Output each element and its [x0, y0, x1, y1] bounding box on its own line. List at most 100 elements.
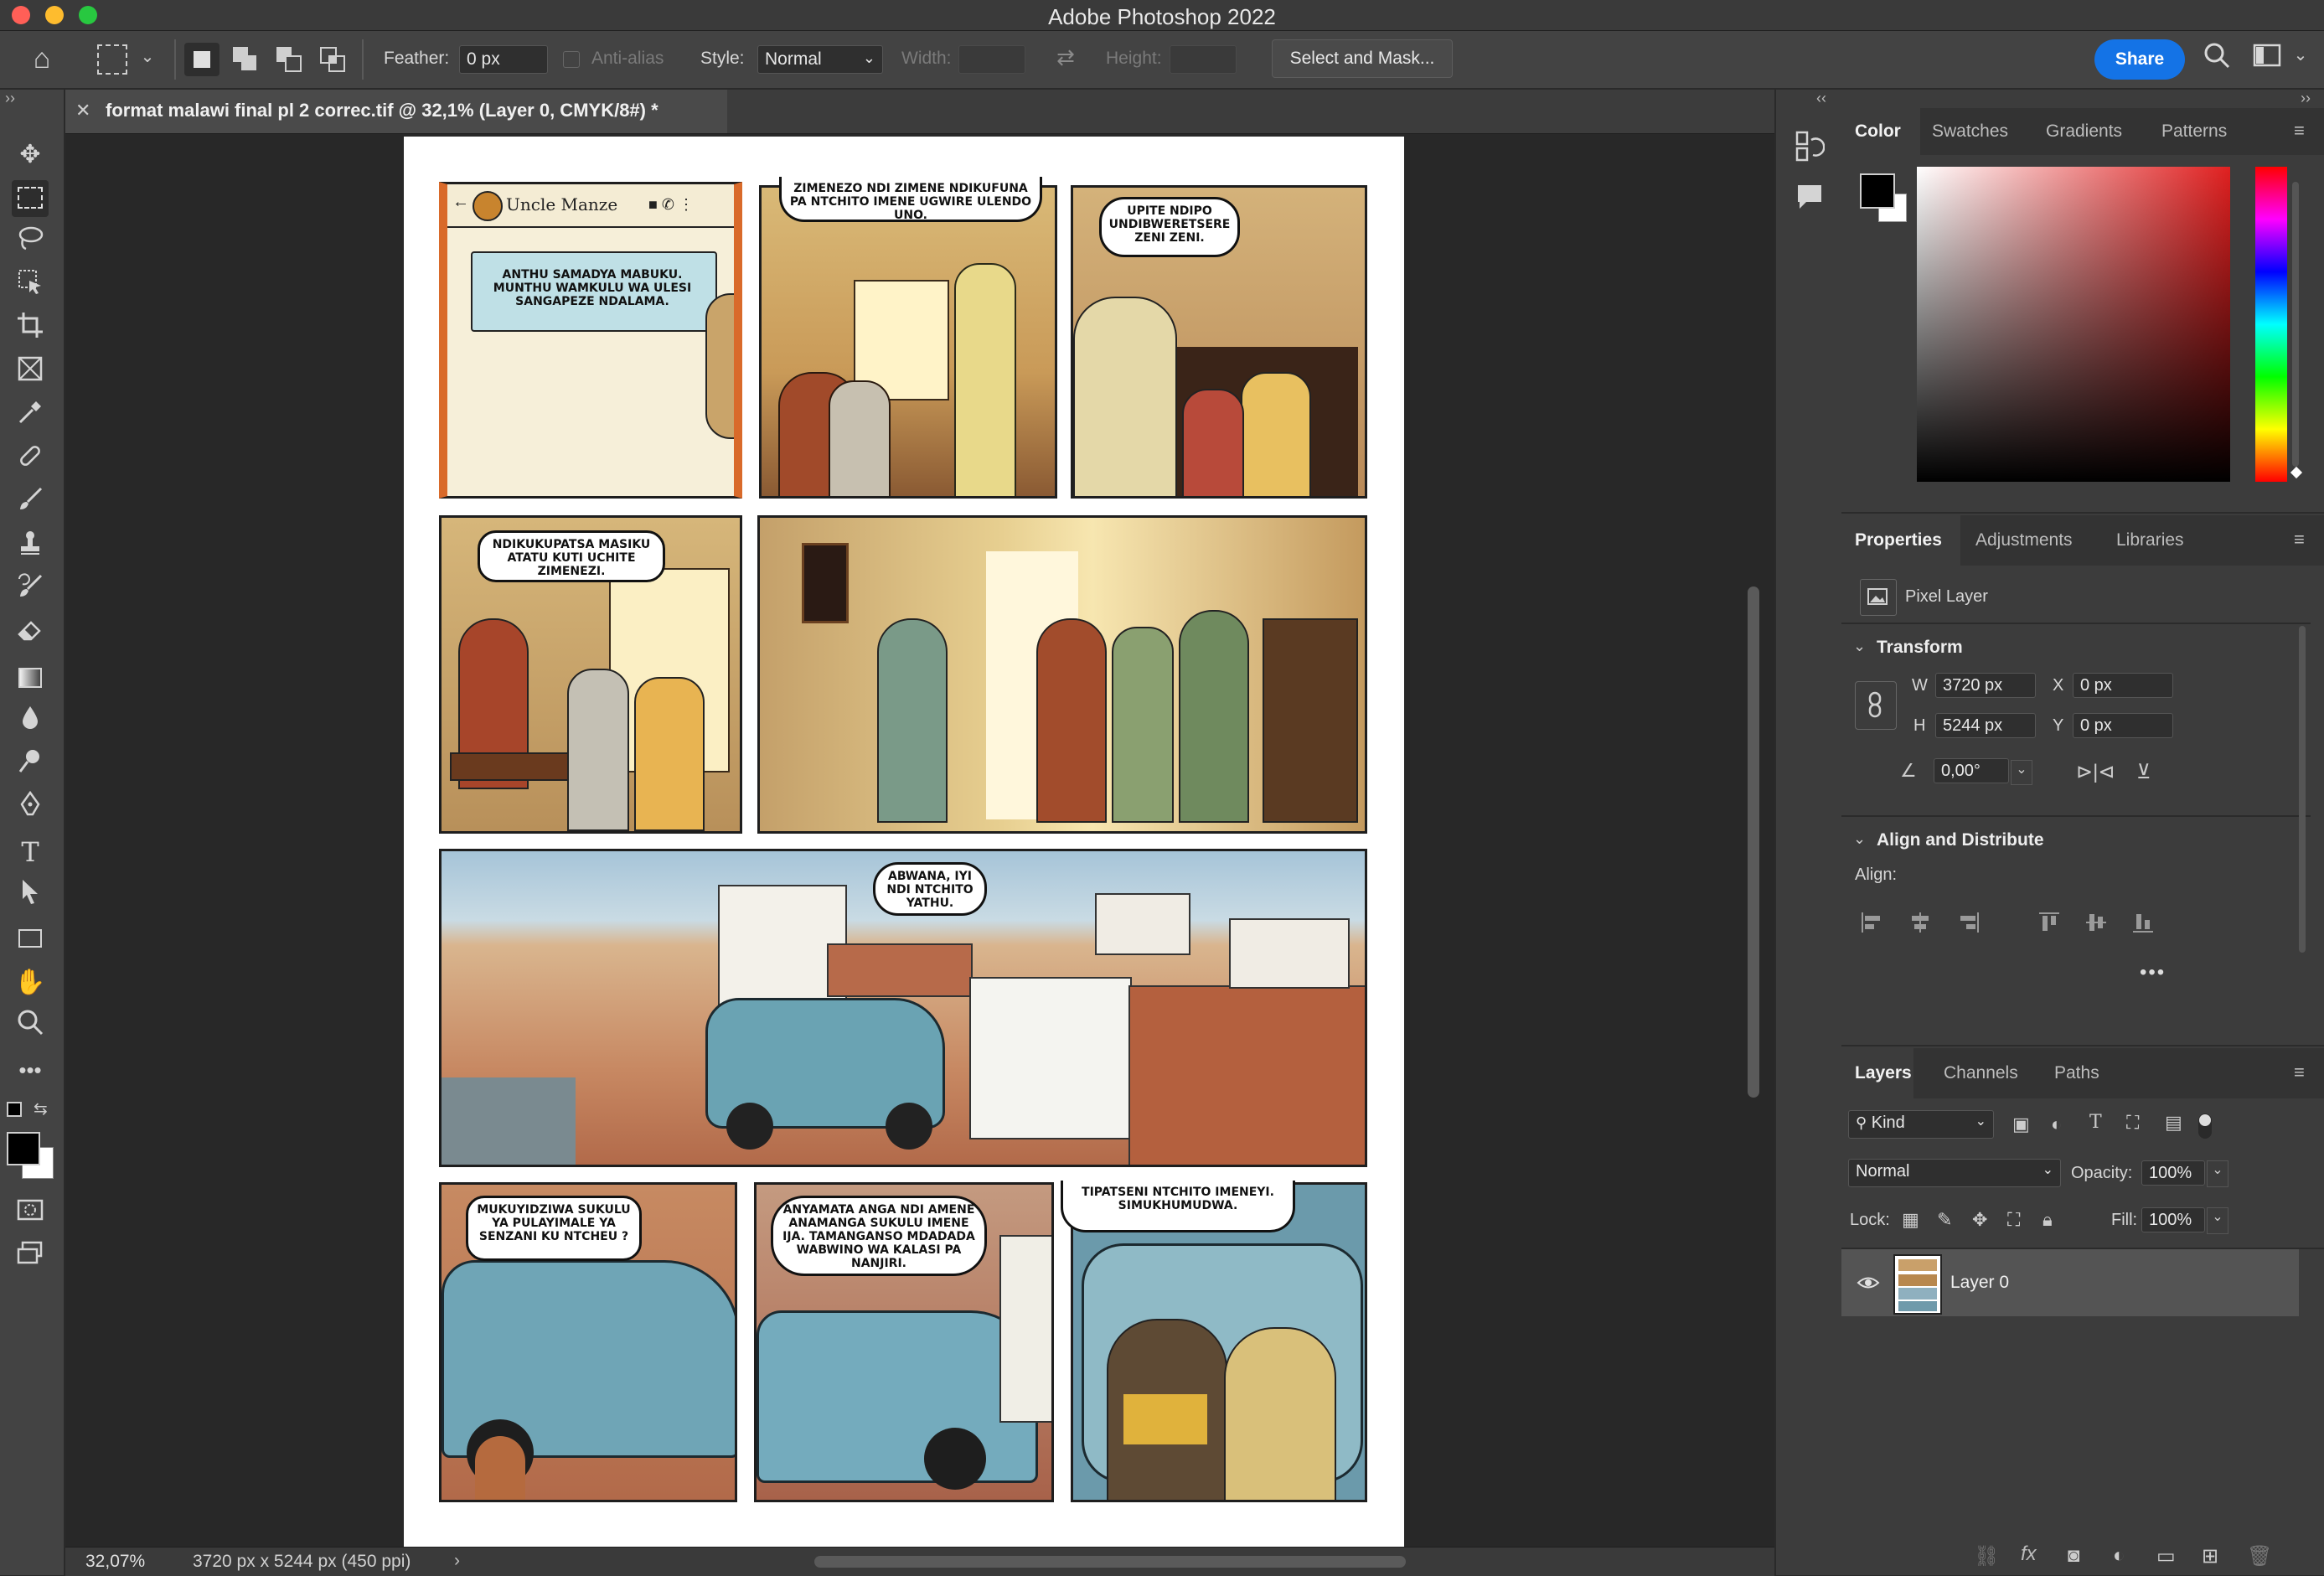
height-input[interactable]: [1170, 45, 1237, 74]
select-and-mask-button[interactable]: Select and Mask...: [1272, 39, 1453, 78]
default-colors-icon[interactable]: [7, 1102, 22, 1117]
chevron-down-icon[interactable]: ⌄: [2290, 44, 2311, 65]
properties-scrollbar[interactable]: [2299, 626, 2306, 953]
align-center-icon[interactable]: [1908, 911, 1932, 934]
hand-tool-icon[interactable]: ✋: [12, 964, 49, 1001]
vertical-scrollbar[interactable]: [1748, 586, 1759, 1098]
chevron-down-icon[interactable]: ⌄: [1853, 830, 1866, 848]
healing-brush-tool-icon[interactable]: [12, 442, 49, 478]
swap-icon[interactable]: ⇄: [1051, 44, 1081, 70]
width-input[interactable]: [958, 45, 1025, 74]
clone-stamp-tool-icon[interactable]: [12, 529, 49, 566]
object-selection-tool-icon[interactable]: [12, 267, 49, 304]
panel-menu-icon[interactable]: ≡: [2294, 1062, 2305, 1083]
swap-colors-icon[interactable]: ⇆: [34, 1098, 48, 1119]
canvas-document[interactable]: ← Uncle Manze ■ ✆ ⋮ ANTHU SAMADYA MABUKU…: [404, 137, 1404, 1547]
y-field[interactable]: 0 px: [2073, 713, 2173, 738]
workspace-icon[interactable]: [2250, 43, 2284, 76]
eyedropper-tool-icon[interactable]: [12, 398, 49, 435]
chevron-down-icon[interactable]: ⌄: [2207, 1160, 2228, 1187]
align-middle-icon[interactable]: [2084, 911, 2108, 934]
trash-icon[interactable]: 🗑︎: [2247, 1544, 2272, 1568]
tab-properties[interactable]: Properties: [1855, 530, 1942, 550]
document-tab[interactable]: ✕ format malawi final pl 2 correc.tif @ …: [65, 90, 727, 133]
screen-mode-icon[interactable]: [12, 1239, 49, 1276]
frame-tool-icon[interactable]: [12, 354, 49, 391]
tab-gradients[interactable]: Gradients: [2046, 121, 2122, 142]
opacity-field[interactable]: 100%: [2141, 1160, 2205, 1186]
zoom-tool-icon[interactable]: [12, 1008, 49, 1045]
link-layers-icon[interactable]: ⛓: [1974, 1544, 1999, 1568]
eraser-tool-icon[interactable]: [12, 616, 49, 653]
layer-style-icon[interactable]: fx: [2021, 1542, 2037, 1566]
layer-row[interactable]: Layer 0: [1841, 1249, 2299, 1316]
height-field[interactable]: 5244 px: [1935, 713, 2036, 738]
pen-tool-icon[interactable]: [12, 790, 49, 827]
lock-image-icon[interactable]: ✎: [1937, 1209, 1952, 1231]
type-tool-icon[interactable]: T: [12, 834, 49, 871]
link-dimensions-icon[interactable]: [1855, 681, 1897, 730]
dodge-tool-icon[interactable]: [12, 747, 49, 783]
feather-input[interactable]: 0 px: [459, 45, 548, 74]
tab-paths[interactable]: Paths: [2054, 1063, 2099, 1083]
lock-transparent-icon[interactable]: ▦: [1902, 1209, 1919, 1231]
more-tools-icon[interactable]: •••: [12, 1052, 49, 1088]
history-panel-icon[interactable]: [1795, 130, 1826, 163]
path-selection-tool-icon[interactable]: [12, 877, 49, 914]
zoom-level[interactable]: 32,07%: [85, 1552, 145, 1572]
tab-adjustments[interactable]: Adjustments: [1975, 530, 2073, 550]
filter-adjustment-icon[interactable]: ◐: [2051, 1114, 2062, 1135]
fill-field[interactable]: 100%: [2141, 1207, 2205, 1232]
tab-swatches[interactable]: Swatches: [1932, 121, 2008, 142]
adjustment-layer-icon[interactable]: ◐: [2113, 1544, 2125, 1568]
flip-vertical-icon[interactable]: ⊻: [2136, 760, 2151, 784]
chevron-down-icon[interactable]: ⌄: [2011, 760, 2032, 785]
filter-toggle[interactable]: [2198, 1114, 2212, 1139]
chevron-down-icon[interactable]: ⌄: [1853, 638, 1866, 655]
tab-color[interactable]: Color: [1855, 121, 1901, 142]
new-layer-icon[interactable]: ⊞: [2202, 1544, 2218, 1568]
blend-mode-select[interactable]: Normal ⌄: [1848, 1159, 2061, 1187]
color-picker-field[interactable]: [1917, 167, 2230, 482]
group-icon[interactable]: ▭: [2156, 1544, 2176, 1568]
home-icon[interactable]: ⌂: [23, 43, 60, 76]
filter-type-icon[interactable]: T: [2089, 1112, 2102, 1133]
color-panel-fg-swatch[interactable]: [1860, 173, 1895, 209]
align-left-icon[interactable]: [1860, 911, 1883, 934]
gradient-tool-icon[interactable]: [12, 659, 49, 696]
crop-tool-icon[interactable]: [12, 311, 49, 348]
chevron-right-icon[interactable]: ›: [454, 1551, 460, 1571]
quick-mask-icon[interactable]: [12, 1196, 49, 1232]
filter-pixel-icon[interactable]: ▣: [2012, 1114, 2030, 1135]
tab-layers[interactable]: Layers: [1855, 1063, 1912, 1083]
marquee-tool-icon[interactable]: [12, 180, 49, 217]
eye-icon[interactable]: [1857, 1271, 1880, 1294]
comments-panel-icon[interactable]: [1795, 182, 1825, 212]
panel-menu-icon[interactable]: ≡: [2294, 120, 2305, 142]
subtract-selection-icon[interactable]: [271, 43, 307, 76]
search-icon[interactable]: [2200, 41, 2234, 75]
blur-tool-icon[interactable]: [12, 703, 49, 740]
angle-field[interactable]: 0,00°: [1934, 758, 2009, 783]
horizontal-scrollbar[interactable]: [814, 1556, 1406, 1568]
collapse-icon[interactable]: ››: [5, 90, 15, 107]
close-tab-icon[interactable]: ✕: [75, 100, 90, 121]
add-selection-icon[interactable]: [228, 43, 263, 76]
rect-marquee-preset-icon[interactable]: [97, 44, 127, 75]
lock-all-icon[interactable]: 🔒︎: [2043, 1209, 2053, 1231]
color-panel-scrollbar[interactable]: [2292, 182, 2299, 467]
x-field[interactable]: 0 px: [2073, 673, 2173, 698]
new-selection-icon[interactable]: [184, 43, 219, 76]
brush-tool-icon[interactable]: [12, 485, 49, 522]
align-distribute-header[interactable]: Align and Distribute: [1877, 830, 2044, 850]
lock-position-icon[interactable]: ✥: [1972, 1209, 1987, 1231]
hue-slider[interactable]: [2255, 167, 2287, 482]
lasso-tool-icon[interactable]: [12, 224, 49, 261]
chevron-down-icon[interactable]: ⌄: [137, 46, 158, 67]
rectangle-tool-icon[interactable]: [12, 921, 49, 958]
more-options-icon[interactable]: •••: [2140, 961, 2166, 984]
filter-shape-icon[interactable]: ⛶: [2126, 1112, 2139, 1134]
share-button[interactable]: Share: [2094, 39, 2185, 80]
collapse-icon[interactable]: ‹‹: [1816, 90, 1826, 107]
transform-header[interactable]: Transform: [1877, 638, 1963, 658]
